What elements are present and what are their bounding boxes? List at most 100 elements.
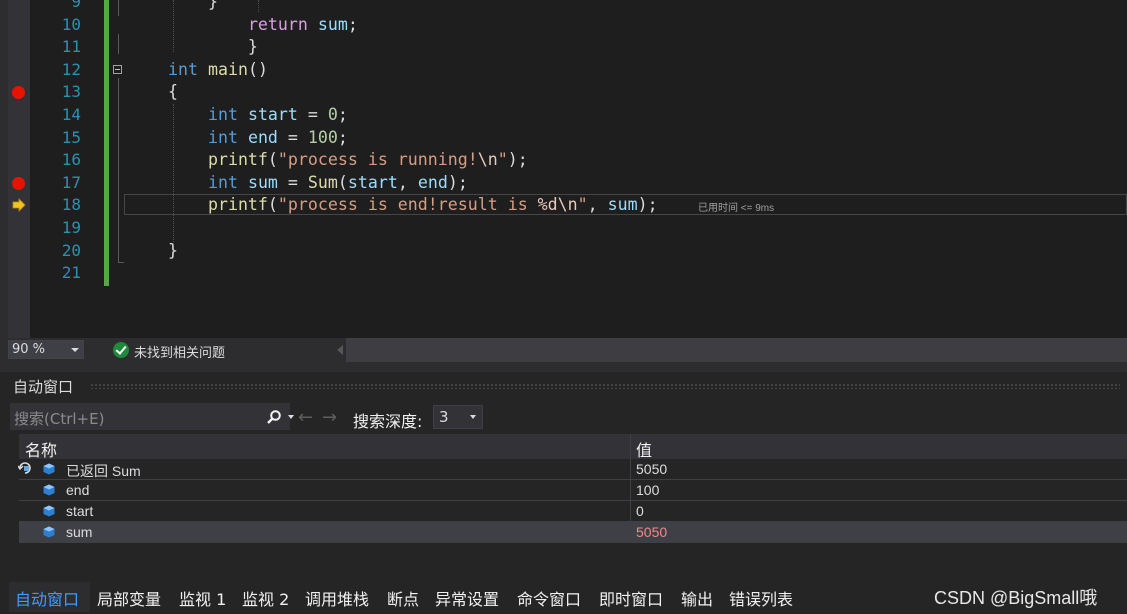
variable-value[interactable]: 5050 — [636, 461, 667, 477]
collapse-icon[interactable] — [113, 64, 122, 74]
indent-guide — [118, 78, 119, 262]
column-header-value[interactable]: 值 — [636, 437, 652, 461]
chevron-down-icon — [470, 415, 476, 419]
code-text: int end = 100; — [207, 127, 348, 147]
chevron-down-icon[interactable] — [288, 415, 294, 419]
tab-2[interactable]: 局部变量 — [97, 586, 161, 610]
zoom-dropdown[interactable]: 90 % — [8, 340, 84, 359]
code-text: int main() — [168, 59, 268, 79]
search-box[interactable]: 搜索(Ctrl+E) — [10, 403, 294, 430]
variable-name: sum — [66, 524, 93, 540]
column-header-name[interactable]: 名称 — [25, 437, 57, 461]
tab-8[interactable]: 命令窗口 — [517, 586, 581, 610]
tab-10[interactable]: 输出 — [681, 586, 713, 610]
indent-guide — [173, 0, 174, 52]
line-number: 17 — [61, 172, 81, 192]
code-line[interactable]: 9 } — [0, 0, 1127, 14]
search-depth-label: 搜索深度: — [353, 412, 423, 431]
tab-7[interactable]: 异常设置 — [435, 586, 499, 610]
line-number: 11 — [61, 37, 81, 57]
grid-header: 名称 值 — [19, 434, 1127, 461]
line-number: 18 — [61, 195, 81, 215]
variable-value[interactable]: 100 — [636, 482, 659, 498]
tab-3[interactable]: 监视 1 — [179, 586, 226, 610]
line-number: 15 — [61, 127, 81, 147]
column-divider[interactable] — [630, 434, 631, 459]
column-divider — [630, 522, 631, 543]
zoom-value: 90 % — [12, 342, 46, 357]
code-line[interactable]: 14 int start = 0; — [0, 104, 1127, 127]
return-value-icon — [18, 462, 31, 474]
tab-6[interactable]: 断点 — [387, 586, 419, 610]
code-line[interactable]: 18 printf("process is end!result is %d\n… — [0, 194, 1127, 217]
autos-tool-window: 自动窗口 搜索(Ctrl+E) ← → 搜索深度: 3 名称 值 已返回 Sum… — [0, 362, 1127, 614]
tab-4[interactable]: 监视 2 — [242, 586, 289, 610]
code-line[interactable]: 20} — [0, 240, 1127, 263]
title-grip[interactable] — [90, 383, 1120, 389]
search-input[interactable]: 搜索(Ctrl+E) — [14, 408, 104, 429]
line-number: 14 — [61, 105, 81, 124]
code-line[interactable]: 17 int sum = Sum(start, end); — [0, 172, 1127, 195]
variable-value[interactable]: 5050 — [636, 524, 667, 540]
line-number: 10 — [61, 14, 81, 34]
variable-value[interactable]: 0 — [636, 503, 644, 519]
breakpoint-icon[interactable] — [12, 176, 25, 190]
code-editor[interactable]: 9 } 10 return sum; 11 } 12 int main() 13{14 i… — [0, 0, 1127, 338]
code-text: int start = 0; — [207, 105, 348, 124]
scroll-left-icon[interactable] — [337, 345, 343, 355]
line-number: 19 — [61, 218, 81, 237]
search-depth-select[interactable]: 3 — [433, 405, 483, 429]
watermark: CSDN @BigSmall哦 — [934, 588, 1098, 608]
arrow-right-icon[interactable]: → — [322, 407, 337, 428]
editor-status-strip: 90 % 未找到相关问题 — [0, 338, 1127, 362]
variable-row[interactable]: end 100 — [19, 480, 1127, 501]
breakpoint-icon[interactable] — [12, 86, 25, 100]
indent-guide — [118, 0, 119, 16]
arrow-left-icon[interactable]: ← — [298, 407, 313, 428]
tab-5[interactable]: 调用堆栈 — [305, 586, 369, 610]
code-text: printf("process is end!result is %d\n", … — [207, 195, 658, 215]
code-text: printf("process is running!\n"); — [207, 150, 528, 170]
issues-status-text[interactable]: 未找到相关问题 — [134, 342, 225, 361]
horizontal-scrollbar[interactable] — [346, 338, 1127, 362]
code-line[interactable]: 21 — [0, 262, 1127, 285]
execution-pointer-icon[interactable] — [12, 198, 26, 213]
variable-name: 已返回 Sum — [66, 463, 141, 479]
line-number: 20 — [61, 240, 81, 260]
tab-1[interactable]: 自动窗口 — [15, 586, 79, 610]
tab-11[interactable]: 错误列表 — [729, 586, 793, 610]
line-number: 16 — [61, 150, 81, 170]
outline-end — [118, 262, 124, 263]
variable-row[interactable]: 已返回 Sum 5050 — [18, 459, 1127, 480]
search-depth-value: 3 — [439, 408, 449, 426]
variable-icon — [43, 484, 55, 496]
line-number: 13 — [61, 82, 81, 102]
code-text: } — [168, 37, 258, 57]
code-line[interactable]: 15 int end = 100; — [0, 127, 1127, 150]
column-divider — [630, 480, 631, 501]
search-icon[interactable] — [266, 409, 282, 425]
variable-row[interactable]: start 0 — [19, 501, 1127, 522]
chevron-down-icon — [71, 348, 79, 352]
code-line[interactable]: 11 } — [0, 36, 1127, 59]
code-line[interactable]: 16 printf("process is running!\n"); — [0, 149, 1127, 172]
variable-icon — [43, 526, 55, 538]
code-line[interactable]: 12 int main() — [0, 59, 1127, 82]
code-line[interactable]: 19 — [0, 217, 1127, 240]
code-text: } — [168, 0, 218, 11]
perf-tip[interactable]: 已用时间 <= 9ms — [698, 199, 774, 214]
panel-splitter[interactable] — [0, 362, 1127, 372]
line-number: 21 — [61, 263, 81, 283]
variable-icon — [43, 463, 55, 475]
check-circle-icon — [113, 342, 129, 358]
variable-name: start — [66, 503, 94, 519]
code-text: return sum; — [247, 14, 358, 34]
tab-9[interactable]: 即时窗口 — [599, 586, 663, 610]
indent-guide — [258, 0, 259, 12]
code-line[interactable]: 13 { — [0, 81, 1127, 104]
code-text: { — [168, 82, 178, 102]
code-text: int sum = Sum(start, end); — [207, 172, 468, 192]
variable-row[interactable]: sum 5050 — [19, 522, 1127, 543]
line-number: 12 — [61, 59, 81, 79]
code-line[interactable]: 10 return sum; — [0, 14, 1127, 37]
